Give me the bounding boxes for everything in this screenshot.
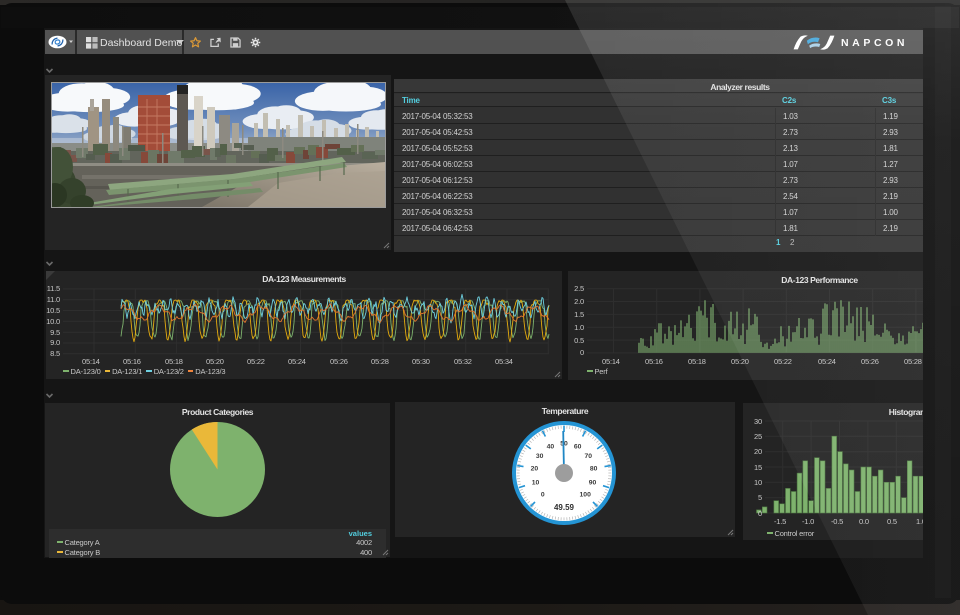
svg-text:10: 10 — [532, 480, 540, 487]
svg-text:30: 30 — [536, 453, 544, 460]
svg-text:0: 0 — [541, 492, 545, 499]
svg-text:70: 70 — [585, 453, 593, 460]
svg-text:100: 100 — [580, 492, 592, 499]
svg-text:49.59: 49.59 — [554, 503, 575, 512]
svg-text:20: 20 — [531, 466, 539, 473]
svg-text:80: 80 — [590, 466, 598, 473]
svg-text:90: 90 — [589, 480, 597, 487]
svg-text:60: 60 — [574, 444, 582, 451]
svg-text:40: 40 — [547, 444, 555, 451]
